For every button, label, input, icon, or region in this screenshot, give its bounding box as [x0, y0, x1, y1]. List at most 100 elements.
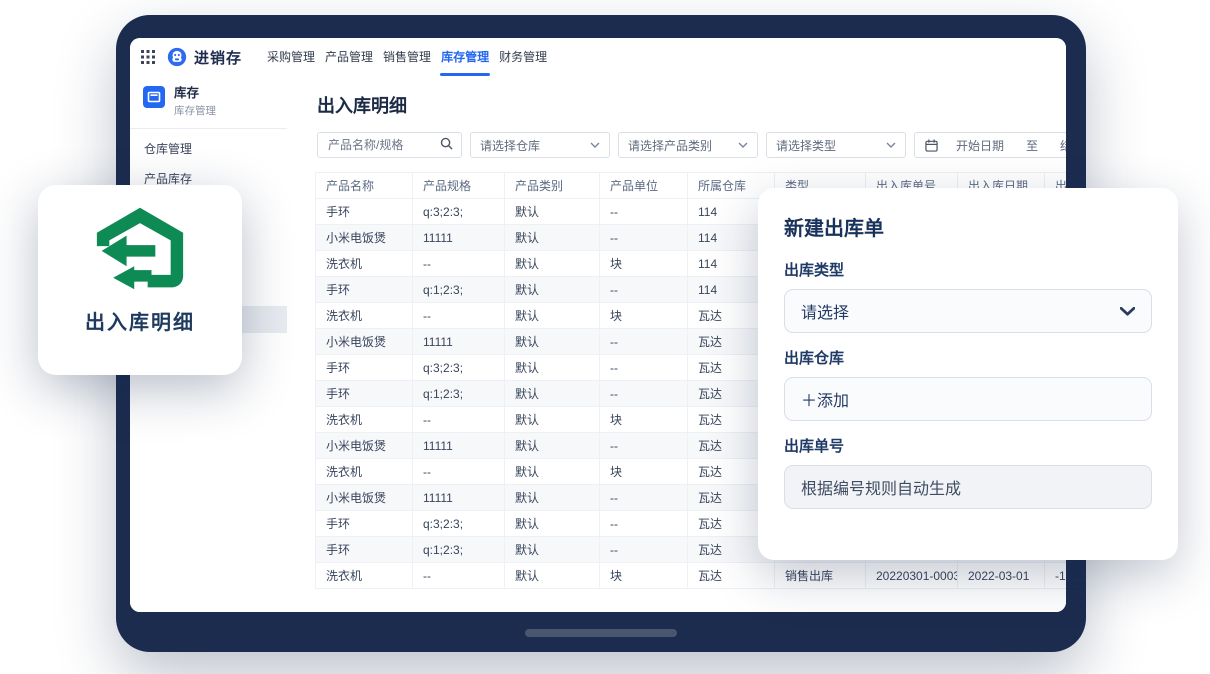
field-label: 出库单号 — [784, 435, 1152, 456]
new-outbound-modal: 新建出库单 出库类型请选择出库仓库＋添加出库单号根据编号规则自动生成 — [758, 188, 1178, 560]
table-cell: -- — [600, 329, 688, 355]
category-select[interactable]: 请选择产品类别 — [618, 132, 758, 158]
table-cell: 块 — [600, 407, 688, 433]
field-value: 根据编号规则自动生成 — [801, 475, 961, 499]
chevron-down-icon — [738, 142, 748, 148]
table-cell: 块 — [600, 251, 688, 277]
modal-select[interactable]: 请选择 — [784, 289, 1152, 333]
category-select-value: 请选择产品类别 — [628, 137, 712, 154]
table-cell: 默认 — [505, 511, 600, 537]
column-header: 产品名称 — [316, 173, 413, 199]
table-cell: 默认 — [505, 329, 600, 355]
sidebar-group-title: 库存 — [174, 86, 216, 100]
table-cell: 小米电饭煲 — [316, 225, 413, 251]
table-cell: 块 — [600, 563, 688, 589]
table-cell: -- — [413, 459, 505, 485]
table-cell: 销售出库 — [775, 563, 866, 589]
table-cell: -- — [413, 303, 505, 329]
page: 进销存 采购管理产品管理销售管理库存管理财务管理 库存 库存管理 仓 — [0, 0, 1210, 674]
table-cell: 默认 — [505, 251, 600, 277]
sidebar-divider — [130, 128, 287, 129]
field-value: 请选择 — [801, 299, 849, 323]
app-launcher-icon[interactable] — [141, 50, 155, 64]
table-cell: 默认 — [505, 199, 600, 225]
calendar-icon — [925, 139, 938, 152]
table-cell: 默认 — [505, 563, 600, 589]
modal-title: 新建出库单 — [784, 212, 1152, 241]
nav-item-active[interactable]: 库存管理 — [438, 38, 492, 76]
laptop-notch — [525, 629, 677, 637]
inventory-box-icon — [143, 86, 165, 113]
table-cell: -- — [600, 511, 688, 537]
table-cell: 小米电饭煲 — [316, 433, 413, 459]
table-cell: 默认 — [505, 485, 600, 511]
table-cell: 2022-03-01 — [958, 563, 1045, 589]
table-cell: 手环 — [316, 511, 413, 537]
table-cell: 块 — [600, 459, 688, 485]
table-cell: 手环 — [316, 381, 413, 407]
column-header: 产品单位 — [600, 173, 688, 199]
field-label: 出库仓库 — [784, 347, 1152, 368]
app-logo-icon — [167, 47, 187, 67]
sidebar-item[interactable]: 仓库管理 — [130, 134, 287, 164]
warehouse-select[interactable]: 请选择仓库 — [470, 132, 610, 158]
table-cell: q:1;2:3; — [413, 277, 505, 303]
table-cell: -- — [600, 485, 688, 511]
nav-item-link[interactable]: 财务管理 — [496, 38, 550, 76]
type-select[interactable]: 请选择类型 — [766, 132, 906, 158]
table-cell: 洗衣机 — [316, 459, 413, 485]
table-row[interactable]: 洗衣机--默认块瓦达销售出库20220301-00032022-03-01-1 — [316, 563, 1067, 589]
sidebar-group-subtitle: 库存管理 — [174, 103, 216, 118]
search-field[interactable] — [317, 132, 462, 158]
table-cell: 手环 — [316, 277, 413, 303]
app-title: 进销存 — [194, 47, 242, 68]
table-cell: 手环 — [316, 537, 413, 563]
top-navbar: 进销存 采购管理产品管理销售管理库存管理财务管理 — [130, 38, 1066, 77]
warehouse-select-value: 请选择仓库 — [480, 137, 540, 154]
table-cell: -- — [600, 355, 688, 381]
modal-input: 根据编号规则自动生成 — [784, 465, 1152, 509]
search-icon[interactable] — [440, 137, 453, 153]
table-cell: 11111 — [413, 485, 505, 511]
table-cell: 20220301-0003 — [866, 563, 958, 589]
table-cell: 洗衣机 — [316, 563, 413, 589]
nav-item-link[interactable]: 产品管理 — [322, 38, 376, 76]
field-value: ＋添加 — [801, 387, 849, 411]
table-cell: 默认 — [505, 277, 600, 303]
table-cell: 默认 — [505, 537, 600, 563]
table-cell: 默认 — [505, 355, 600, 381]
table-cell: 块 — [600, 303, 688, 329]
date-range-picker[interactable]: 开始日期 至 结束日期 — [914, 132, 1066, 158]
table-cell: q:3;2:3; — [413, 199, 505, 225]
table-cell: 洗衣机 — [316, 303, 413, 329]
table-cell: q:1;2:3; — [413, 537, 505, 563]
table-cell: -- — [413, 251, 505, 277]
date-end[interactable]: 结束日期 — [1060, 137, 1066, 154]
table-cell: 11111 — [413, 329, 505, 355]
date-to-label: 至 — [1026, 137, 1038, 154]
filter-bar: 请选择仓库 请选择产品类别 请选择类型 — [317, 132, 1066, 158]
chevron-down-icon — [886, 142, 896, 148]
nav-item-link[interactable]: 销售管理 — [380, 38, 434, 76]
page-title: 出入库明细 — [317, 92, 407, 118]
table-cell: 手环 — [316, 355, 413, 381]
date-start[interactable]: 开始日期 — [956, 137, 1004, 154]
type-select-value: 请选择类型 — [776, 137, 836, 154]
table-cell: 默认 — [505, 459, 600, 485]
feature-card: 出入库明细 — [38, 185, 242, 375]
column-header: 产品规格 — [413, 173, 505, 199]
nav-item-link[interactable]: 采购管理 — [264, 38, 318, 76]
feature-card-label: 出入库明细 — [38, 306, 242, 335]
search-input[interactable] — [326, 137, 430, 153]
table-cell: -- — [600, 381, 688, 407]
table-cell: 洗衣机 — [316, 251, 413, 277]
table-cell: -- — [600, 537, 688, 563]
nav-menu: 采购管理产品管理销售管理库存管理财务管理 — [264, 38, 554, 76]
modal-input[interactable]: ＋添加 — [784, 377, 1152, 421]
table-cell: 小米电饭煲 — [316, 329, 413, 355]
table-cell: 瓦达 — [688, 563, 775, 589]
table-cell: -1 — [1045, 563, 1067, 589]
table-cell: 11111 — [413, 433, 505, 459]
chevron-down-icon — [1120, 307, 1135, 316]
chevron-down-icon — [590, 142, 600, 148]
